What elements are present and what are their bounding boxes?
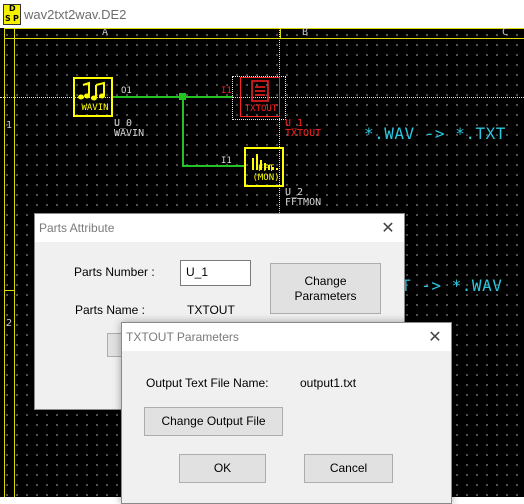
part-fftmon[interactable]: FFT (MON)	[244, 147, 284, 187]
column-label-c: C	[502, 28, 509, 38]
cancel-button[interactable]: Cancel	[304, 454, 393, 483]
frame-inner-top-line	[4, 38, 524, 39]
window-title: wav2txt2wav.DE2	[24, 7, 127, 22]
parts-name-value: TXTOUT	[187, 303, 235, 317]
change-output-file-button[interactable]: Change Output File	[144, 407, 283, 436]
part-txtout[interactable]: TXTOUT	[240, 77, 280, 117]
row-label-2: 2	[6, 318, 13, 329]
note-wav-to-txt: *.WAV -> *.TXT	[364, 124, 506, 143]
parts-number-label: Parts Number :	[74, 265, 155, 279]
icon-letter-d: D	[9, 4, 16, 13]
parts-attribute-close-icon[interactable]: ✕	[378, 218, 398, 238]
txtout-parameters-dialog: TXTOUT Parameters ✕ Output Text File Nam…	[121, 322, 452, 504]
part-txtout-type: TXTOUT	[244, 104, 278, 114]
part-txtout-pin: I1	[221, 86, 232, 96]
parts-attribute-titlebar: Parts Attribute ✕	[35, 214, 404, 242]
part-wavin-type: WAVIN	[81, 103, 109, 113]
icon-letter-s: S	[5, 14, 11, 23]
part-wavin-name: WAVIN	[114, 128, 145, 139]
column-label-a: A	[102, 28, 109, 38]
output-file-value: output1.txt	[300, 376, 357, 390]
frame-inner-left-line	[14, 28, 15, 497]
row-label-1: 1	[6, 120, 13, 131]
part-fftmon-pin: I1	[221, 156, 232, 166]
change-parameters-button[interactable]: Change Parameters	[270, 263, 381, 314]
wire-o1-to-txtout[interactable]	[113, 96, 233, 98]
parts-name-label: Parts Name :	[75, 303, 146, 317]
part-wavin-pin: O1	[121, 86, 132, 96]
txtout-parameters-titlebar: TXTOUT Parameters ✕	[122, 323, 451, 351]
note-txt-to-wav: T -> *.WAV	[401, 276, 503, 295]
output-file-label: Output Text File Name:	[146, 376, 269, 390]
text-file-icon	[251, 80, 269, 102]
ok-button[interactable]: OK	[179, 454, 266, 483]
column-label-b: B	[302, 28, 309, 38]
wire-branch-vertical[interactable]	[182, 96, 184, 167]
frame-col-divider-ab	[280, 28, 281, 38]
frame-left-line	[4, 28, 5, 497]
part-fftmon-type: FFT (MON)	[252, 164, 280, 183]
app-dsp-icon[interactable]: D S P	[3, 4, 21, 25]
part-txtout-name: TXTOUT	[285, 128, 322, 139]
frame-row-divider	[4, 290, 14, 291]
txtout-parameters-title: TXTOUT Parameters	[126, 330, 239, 344]
wire-branch-to-fft[interactable]	[182, 165, 244, 167]
txtout-parameters-close-icon[interactable]: ✕	[425, 327, 445, 347]
wire-junction-dot	[179, 93, 186, 100]
frame-top-line	[4, 28, 524, 29]
parts-attribute-title: Parts Attribute	[39, 221, 115, 235]
parts-number-input[interactable]: U_1	[180, 260, 251, 286]
window-titlebar: D S P wav2txt2wav.DE2	[0, 0, 524, 28]
part-wavin[interactable]: WAVIN	[73, 77, 113, 117]
music-note-icon	[78, 81, 105, 101]
icon-letter-p: P	[13, 14, 19, 23]
part-fftmon-name: FFTMON	[285, 197, 322, 208]
